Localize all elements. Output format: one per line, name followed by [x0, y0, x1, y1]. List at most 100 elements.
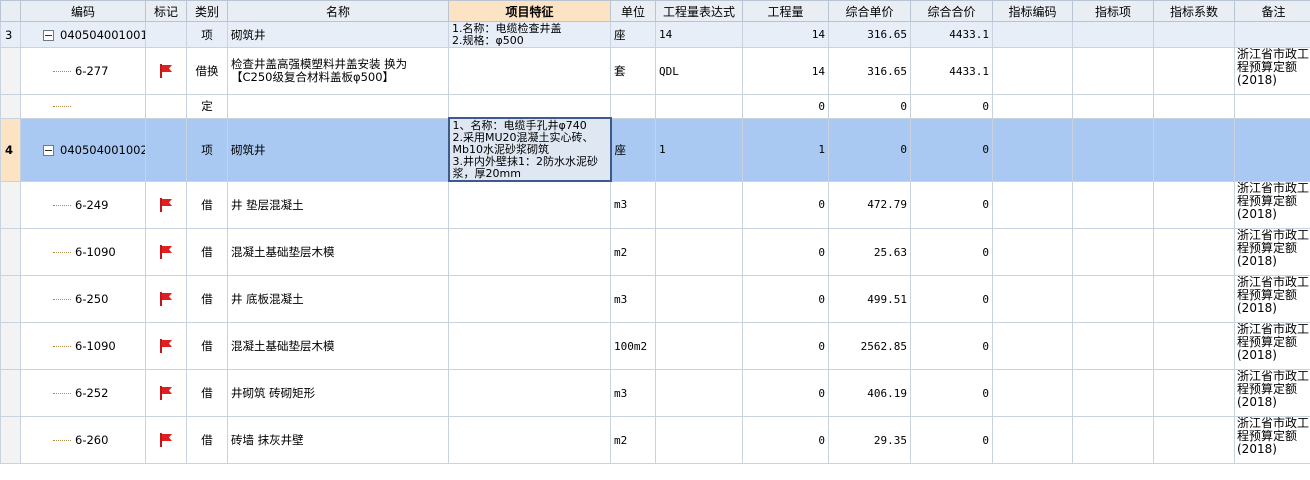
index-item-cell[interactable] — [1072, 117, 1154, 182]
expr-cell[interactable] — [655, 322, 743, 370]
index-item-cell[interactable] — [1072, 180, 1154, 229]
index-coef-cell[interactable] — [1153, 275, 1235, 323]
col-header-unit[interactable]: 单位 — [610, 0, 656, 22]
row-seq[interactable] — [0, 47, 21, 95]
table-row[interactable]: 6-1090 借 混凝土基础垫层木模 100m2 0 2562.85 0 浙江省… — [0, 322, 1310, 370]
code-cell[interactable]: 6-249 — [20, 180, 146, 229]
feature-cell[interactable] — [448, 322, 611, 370]
feature-cell[interactable] — [448, 94, 611, 119]
index-item-cell[interactable] — [1072, 94, 1154, 119]
index-coef-cell[interactable] — [1153, 47, 1235, 95]
price-cell[interactable]: 25.63 — [828, 228, 911, 276]
table-row[interactable]: 6-277 借换 检查井盖高强模塑料井盖安装 换为【C250级复合材料盖板φ50… — [0, 47, 1310, 95]
col-header-index-item[interactable]: 指标项 — [1072, 0, 1154, 22]
col-header-index-code[interactable]: 指标编码 — [992, 0, 1073, 22]
total-cell[interactable]: 0 — [910, 275, 993, 323]
index-code-cell[interactable] — [992, 180, 1073, 229]
feature-cell[interactable] — [448, 369, 611, 417]
mark-cell[interactable] — [145, 369, 187, 417]
index-code-cell[interactable] — [992, 275, 1073, 323]
index-coef-cell[interactable] — [1153, 228, 1235, 276]
qty-cell[interactable]: 1 — [742, 117, 829, 182]
name-cell[interactable]: 混凝土基础垫层木模 — [227, 228, 449, 276]
index-code-cell[interactable] — [992, 47, 1073, 95]
feature-cell[interactable]: 1.名称：电缆检查井盖 2.规格：φ500 — [448, 21, 611, 48]
col-header-index-coef[interactable]: 指标系数 — [1153, 0, 1235, 22]
feature-cell[interactable] — [448, 228, 611, 276]
code-cell[interactable]: 040504001001 — [20, 21, 146, 48]
note-cell[interactable]: 浙江省市政工程预算定额(2018) — [1234, 47, 1310, 95]
table-row[interactable]: 6-249 借 井 垫层混凝土 m3 0 472.79 0 浙江省市政工程预算定… — [0, 180, 1310, 229]
name-cell[interactable]: 砌筑井 — [227, 117, 449, 182]
unit-cell[interactable]: 座 — [610, 117, 656, 182]
total-cell[interactable]: 4433.1 — [910, 47, 993, 95]
price-cell[interactable]: 29.35 — [828, 416, 911, 464]
row-seq[interactable] — [0, 416, 21, 464]
row-seq[interactable]: 4 — [0, 117, 21, 182]
mark-cell[interactable] — [145, 21, 187, 48]
total-cell[interactable]: 0 — [910, 322, 993, 370]
index-item-cell[interactable] — [1072, 21, 1154, 48]
index-code-cell[interactable] — [992, 228, 1073, 276]
expr-cell[interactable]: 14 — [655, 21, 743, 48]
name-cell[interactable]: 井 垫层混凝土 — [227, 180, 449, 229]
price-cell[interactable]: 406.19 — [828, 369, 911, 417]
price-cell[interactable]: 316.65 — [828, 21, 911, 48]
unit-cell[interactable]: m2 — [610, 228, 656, 276]
mark-cell[interactable] — [145, 322, 187, 370]
price-cell[interactable]: 472.79 — [828, 180, 911, 229]
table-row[interactable]: 定 0 0 0 — [0, 94, 1310, 119]
expr-cell[interactable] — [655, 275, 743, 323]
col-header-seq[interactable] — [0, 0, 21, 22]
feature-cell[interactable] — [448, 180, 611, 229]
qty-cell[interactable]: 0 — [742, 369, 829, 417]
col-header-name[interactable]: 名称 — [227, 0, 449, 22]
index-code-cell[interactable] — [992, 369, 1073, 417]
col-header-type[interactable]: 类别 — [186, 0, 228, 22]
qty-cell[interactable]: 0 — [742, 228, 829, 276]
expr-cell[interactable] — [655, 369, 743, 417]
price-cell[interactable]: 499.51 — [828, 275, 911, 323]
unit-cell[interactable]: m3 — [610, 180, 656, 229]
index-item-cell[interactable] — [1072, 322, 1154, 370]
expr-cell[interactable] — [655, 228, 743, 276]
unit-cell[interactable]: 座 — [610, 21, 656, 48]
row-seq[interactable] — [0, 180, 21, 229]
mark-cell[interactable] — [145, 180, 187, 229]
type-cell[interactable]: 项 — [186, 21, 228, 48]
unit-cell[interactable]: 套 — [610, 47, 656, 95]
index-code-cell[interactable] — [992, 94, 1073, 119]
feature-cell[interactable]: 1、名称：电缆手孔井φ740 2.采用MU20混凝土实心砖、Mb10水泥砂浆砌筑… — [447, 117, 612, 182]
collapse-icon[interactable] — [43, 29, 54, 41]
col-header-qty[interactable]: 工程量 — [742, 0, 829, 22]
type-cell[interactable]: 借换 — [186, 47, 228, 95]
qty-cell[interactable]: 14 — [742, 47, 829, 95]
note-cell[interactable] — [1234, 21, 1310, 48]
total-cell[interactable]: 0 — [910, 180, 993, 229]
code-cell[interactable]: 6-1090 — [20, 322, 146, 370]
expr-cell[interactable] — [655, 180, 743, 229]
type-cell[interactable]: 借 — [186, 228, 228, 276]
qty-cell[interactable]: 0 — [742, 94, 829, 119]
note-cell[interactable]: 浙江省市政工程预算定额(2018) — [1234, 275, 1310, 323]
feature-cell[interactable] — [448, 416, 611, 464]
index-item-cell[interactable] — [1072, 228, 1154, 276]
row-seq[interactable] — [0, 322, 21, 370]
index-coef-cell[interactable] — [1153, 180, 1235, 229]
type-cell[interactable]: 定 — [186, 94, 228, 119]
total-cell[interactable]: 0 — [910, 416, 993, 464]
name-cell[interactable]: 砖墙 抹灰井壁 — [227, 416, 449, 464]
total-cell[interactable]: 0 — [910, 94, 993, 119]
total-cell[interactable]: 0 — [910, 369, 993, 417]
mark-cell[interactable] — [145, 228, 187, 276]
price-cell[interactable]: 0 — [828, 94, 911, 119]
note-cell[interactable]: 浙江省市政工程预算定额(2018) — [1234, 322, 1310, 370]
index-coef-cell[interactable] — [1153, 21, 1235, 48]
index-coef-cell[interactable] — [1153, 322, 1235, 370]
index-code-cell[interactable] — [992, 416, 1073, 464]
index-item-cell[interactable] — [1072, 369, 1154, 417]
col-header-feature[interactable]: 项目特征 — [448, 0, 611, 22]
mark-cell[interactable] — [145, 94, 187, 119]
total-cell[interactable]: 0 — [910, 117, 993, 182]
col-header-expr[interactable]: 工程量表达式 — [655, 0, 743, 22]
